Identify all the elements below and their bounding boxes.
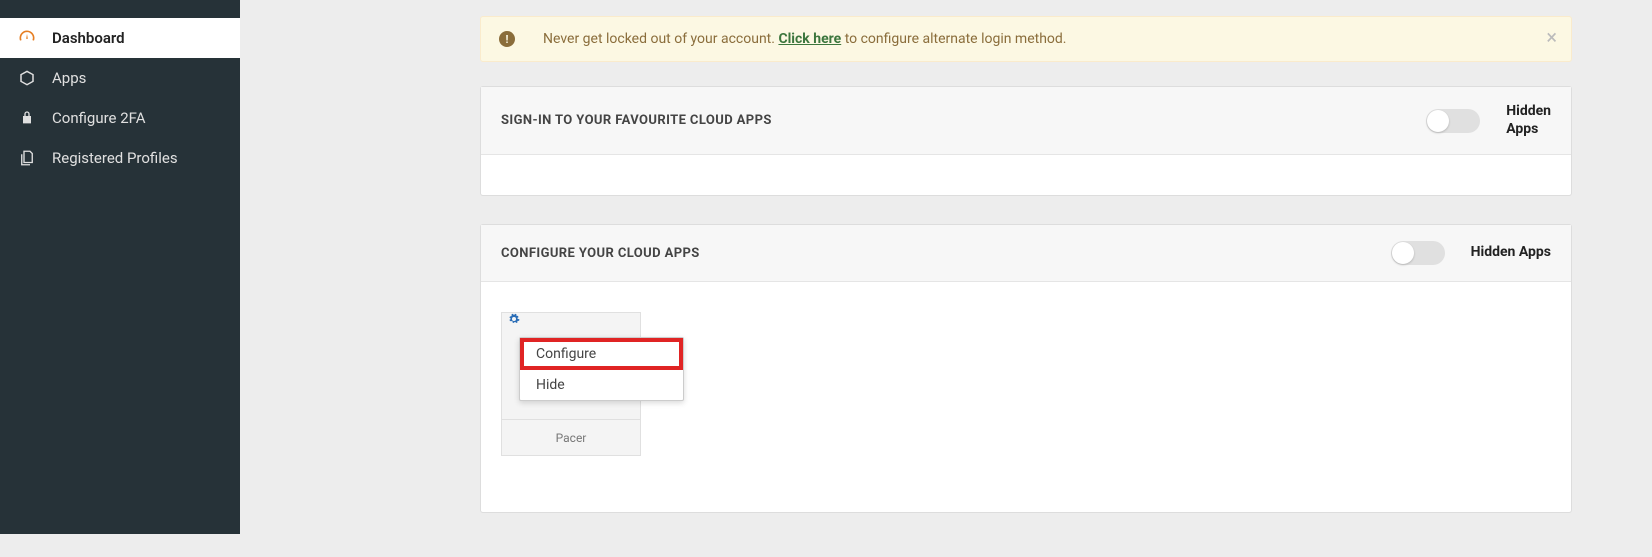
alert-text-before: Never get locked out of your account. <box>543 31 778 47</box>
panel-title: SIGN-IN TO YOUR FAVOURITE CLOUD APPS <box>501 113 772 128</box>
hidden-apps-toggle[interactable] <box>1391 241 1445 265</box>
info-icon: ! <box>499 31 515 47</box>
panel-configure: CONFIGURE YOUR CLOUD APPS Hidden Apps Pa… <box>480 224 1572 513</box>
panel-header: SIGN-IN TO YOUR FAVOURITE CLOUD APPS Hid… <box>481 87 1571 155</box>
alert-text: Never get locked out of your account. Cl… <box>543 31 1067 47</box>
panel-title: CONFIGURE YOUR CLOUD APPS <box>501 246 700 261</box>
menu-item-configure[interactable]: Configure <box>520 338 683 370</box>
hidden-apps-control: Hidden Apps <box>1391 241 1551 265</box>
panel-body <box>481 155 1571 195</box>
files-icon <box>16 147 38 169</box>
panel-header: CONFIGURE YOUR CLOUD APPS Hidden Apps <box>481 225 1571 282</box>
panel-body: Pacer Configure Hide <box>481 282 1571 512</box>
sidebar-item-registered-profiles[interactable]: Registered Profiles <box>0 138 240 178</box>
sidebar: Dashboard Apps Configure 2FA Registered … <box>0 0 240 534</box>
svg-text:!: ! <box>506 33 509 46</box>
hidden-apps-toggle[interactable] <box>1426 109 1480 133</box>
sidebar-item-label: Registered Profiles <box>52 149 178 167</box>
gear-icon[interactable] <box>508 313 520 329</box>
app-card-head <box>502 313 640 329</box>
hidden-apps-control: Hidden Apps <box>1426 103 1551 138</box>
sidebar-item-apps[interactable]: Apps <box>0 58 240 98</box>
hidden-apps-label-line1: Hidden <box>1506 103 1551 121</box>
hidden-apps-label: Hidden Apps <box>1506 103 1551 138</box>
hidden-apps-label-line2: Apps <box>1506 121 1551 139</box>
alert-link[interactable]: Click here <box>778 31 841 47</box>
hidden-apps-label: Hidden Apps <box>1471 244 1551 262</box>
gauge-icon <box>16 27 38 49</box>
sidebar-item-label: Configure 2FA <box>52 109 146 127</box>
sidebar-item-label: Apps <box>52 69 86 87</box>
sidebar-item-dashboard[interactable]: Dashboard <box>0 18 240 58</box>
lock-icon <box>16 107 38 129</box>
cube-icon <box>16 67 38 89</box>
app-card-name: Pacer <box>502 419 640 455</box>
main-content: ! Never get locked out of your account. … <box>240 0 1652 557</box>
alert-text-after: to configure alternate login method. <box>841 31 1066 47</box>
alert-banner: ! Never get locked out of your account. … <box>480 16 1572 62</box>
panel-signin: SIGN-IN TO YOUR FAVOURITE CLOUD APPS Hid… <box>480 86 1572 196</box>
app-card: Pacer Configure Hide <box>501 312 641 456</box>
menu-item-hide[interactable]: Hide <box>520 370 683 400</box>
sidebar-item-label: Dashboard <box>52 29 125 47</box>
sidebar-item-configure-2fa[interactable]: Configure 2FA <box>0 98 240 138</box>
app-card-menu: Configure Hide <box>519 337 684 401</box>
close-icon[interactable]: × <box>1546 27 1557 47</box>
